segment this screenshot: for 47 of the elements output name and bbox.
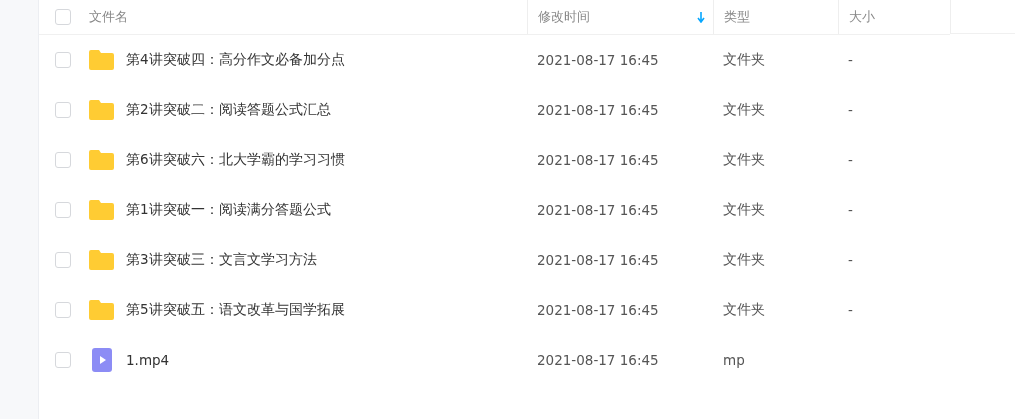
folder-icon (89, 50, 114, 70)
column-header[interactable]: 类型 (724, 8, 750, 26)
file-type: 文件夹 (723, 151, 765, 169)
select-all-checkbox[interactable] (55, 9, 71, 25)
folder-icon (89, 100, 114, 120)
file-size: - (848, 52, 853, 68)
file-size: - (848, 152, 853, 168)
modified-time: 2021-08-17 16:45 (537, 152, 659, 168)
file-type: 文件夹 (723, 101, 765, 119)
file-name[interactable]: 第3讲突破三：文言文学习方法 (126, 251, 317, 269)
row-checkbox[interactable] (55, 102, 71, 118)
file-type: 文件夹 (723, 251, 765, 269)
file-size: - (848, 252, 853, 268)
row-checkbox[interactable] (55, 202, 71, 218)
folder-icon (89, 200, 114, 220)
file-name[interactable]: 第4讲突破四：高分作文必备加分点 (126, 51, 345, 69)
file-size: - (848, 102, 853, 118)
modified-time: 2021-08-17 16:45 (537, 352, 659, 368)
file-name[interactable]: 第1讲突破一：阅读满分答题公式 (126, 201, 331, 219)
column-header[interactable]: 修改时间 (538, 8, 590, 26)
folder-icon (89, 150, 114, 170)
modified-time: 2021-08-17 16:45 (537, 302, 659, 318)
modified-time: 2021-08-17 16:45 (537, 252, 659, 268)
modified-time: 2021-08-17 16:45 (537, 202, 659, 218)
file-size: - (848, 202, 853, 218)
row-checkbox[interactable] (55, 152, 71, 168)
file-type: 文件夹 (723, 301, 765, 319)
video-file-icon (92, 348, 112, 372)
row-checkbox[interactable] (55, 352, 71, 368)
column-header[interactable]: 文件名 (89, 8, 128, 26)
sort-down-icon[interactable] (697, 11, 705, 23)
modified-time: 2021-08-17 16:45 (537, 52, 659, 68)
file-name[interactable]: 第2讲突破二：阅读答题公式汇总 (126, 101, 331, 119)
column-header[interactable]: 大小 (849, 8, 875, 26)
file-size: - (848, 302, 853, 318)
file-name[interactable]: 第5讲突破五：语文改革与国学拓展 (126, 301, 345, 319)
row-checkbox[interactable] (55, 302, 71, 318)
row-checkbox[interactable] (55, 52, 71, 68)
file-type: 文件夹 (723, 51, 765, 69)
file-name[interactable]: 1.mp4 (126, 352, 170, 368)
folder-icon (89, 300, 114, 320)
file-type: mp (723, 352, 745, 368)
row-checkbox[interactable] (55, 252, 71, 268)
modified-time: 2021-08-17 16:45 (537, 102, 659, 118)
folder-icon (89, 250, 114, 270)
file-name[interactable]: 第6讲突破六：北大学霸的学习习惯 (126, 151, 345, 169)
file-type: 文件夹 (723, 201, 765, 219)
